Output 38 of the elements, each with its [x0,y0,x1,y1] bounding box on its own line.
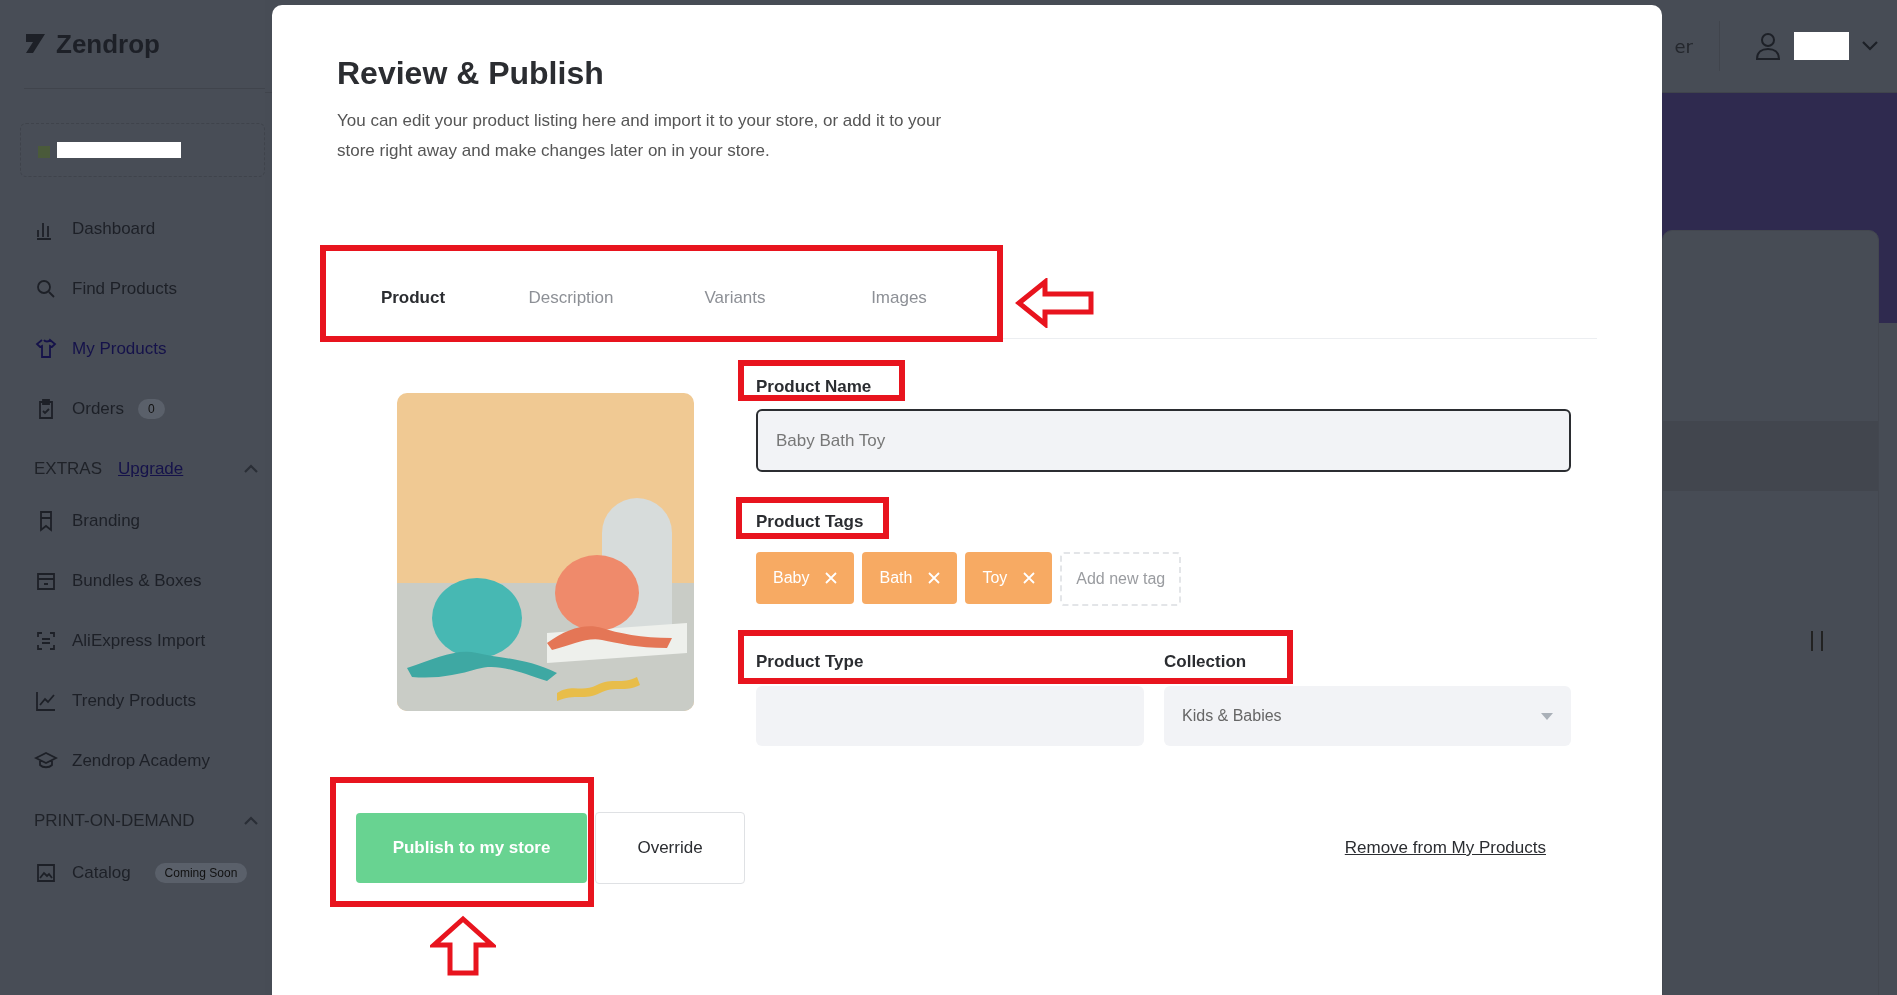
field-label: Product Name [756,377,872,397]
count-badge: 0 [137,399,165,419]
sidebar-item[interactable]: My Products [20,319,265,379]
tab[interactable]: Images [817,274,981,338]
tag-chip[interactable]: Toy [965,552,1053,604]
image-icon [34,861,58,885]
publish-button[interactable]: Publish to my store [356,813,587,883]
dropdown[interactable]: Kids & Babies [1164,686,1571,746]
tag-chip[interactable]: Baby [756,552,855,604]
chevron-down-icon[interactable] [1861,40,1879,52]
caret-icon [1541,712,1553,720]
scan-icon [34,629,58,653]
chevron-icon[interactable] [243,816,259,826]
tab[interactable]: Description [489,274,653,338]
input-field[interactable]: Baby Bath Toy [756,409,1571,472]
close-icon[interactable] [928,572,941,584]
modal-description: You can edit your product listing here and import it to your store, or add it to your store right away and make changes later on in your store. [337,110,943,162]
arrow-icon [1015,278,1095,328]
remove-link[interactable]: Remove from My Products [1344,838,1546,858]
modal-title: Review & Publish [337,55,605,92]
tab[interactable]: Product [337,274,489,339]
drag-handle-icon [1811,631,1823,651]
user-icon[interactable] [1754,31,1782,61]
tag-input[interactable]: Add new tag [1060,552,1182,606]
override-button[interactable]: Override [595,812,745,884]
arrow-icon [430,915,496,977]
status-badge: Coming Soon [154,863,248,883]
close-icon[interactable] [1023,572,1036,584]
chevron-icon[interactable] [243,464,259,474]
close-icon[interactable] [825,572,838,584]
field-label: Product Tags [756,512,864,532]
tab[interactable]: Variants [653,274,817,338]
tag-chip[interactable]: Bath [862,552,958,604]
trend-chart-icon [34,689,58,713]
field-label: Product Type [756,652,864,672]
shirt-icon [34,337,58,361]
field-label: Collection [1164,652,1247,672]
upgrade-link[interactable]: Upgrade [118,459,184,479]
